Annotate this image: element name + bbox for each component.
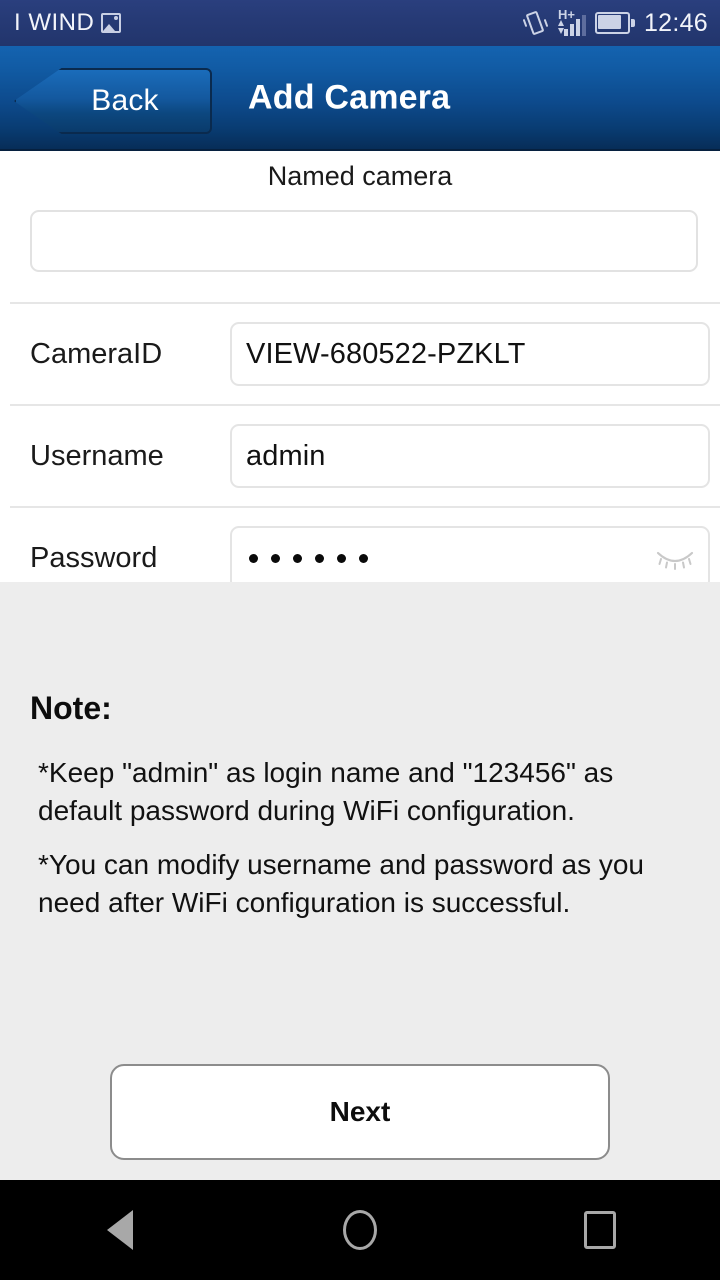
back-button-label: Back [91,84,159,117]
password-label: Password [30,541,158,574]
note-body: *Keep "admin" as login name and "123456"… [38,754,698,938]
status-clock: 12:46 [643,8,708,37]
named-camera-label: Named camera [267,161,453,191]
app-screen: I WIND H+ 12:46 Back Add Camera Named ca… [0,0,720,1280]
note-title: Note: [30,690,112,726]
nav-recents-button[interactable] [540,1180,660,1280]
password-masked-value [246,553,368,563]
username-input[interactable]: admin [230,424,710,488]
nav-home-button[interactable] [300,1180,420,1280]
camera-id-value: VIEW-680522-PZKLT [246,337,526,370]
eye-closed-icon[interactable] [654,545,696,571]
screenshot-icon [101,13,122,33]
note-line: *You can modify username and password as… [38,849,644,918]
nav-back-icon [107,1210,133,1250]
nav-back-button[interactable] [60,1180,180,1280]
next-button-label: Next [329,1096,391,1127]
page-title: Add Camera [248,78,451,116]
camera-id-label: CameraID [30,337,163,370]
back-button[interactable]: Back [14,68,212,134]
username-value: admin [246,439,326,472]
status-icons-group: H+ 12:46 [522,8,708,38]
username-label: Username [30,439,164,472]
camera-form: Named camera CameraID VIEW-680522-PZKLT … [0,151,720,590]
note-line: *Keep "admin" as login name and "123456"… [38,757,614,826]
note-section: Note: *Keep "admin" as login name and "1… [0,582,720,1180]
camera-id-row: CameraID VIEW-680522-PZKLT [0,304,720,404]
vibrate-icon [522,10,549,36]
nav-home-icon [343,1210,377,1250]
camera-id-input[interactable]: VIEW-680522-PZKLT [230,322,710,386]
named-camera-input[interactable] [30,210,698,272]
username-row: Username admin [0,406,720,506]
carrier-label: I WIND [14,9,95,36]
next-button[interactable]: Next [110,1064,610,1160]
password-input[interactable] [230,526,710,590]
carrier-group: I WIND [14,9,122,37]
status-bar: I WIND H+ 12:46 [0,0,720,46]
app-header: Back Add Camera [0,46,720,151]
nav-recents-icon [584,1211,616,1249]
android-nav-bar [0,1180,720,1280]
signal-bars-icon: H+ [556,8,586,37]
battery-icon [594,12,635,34]
named-camera-field[interactable] [32,212,696,270]
